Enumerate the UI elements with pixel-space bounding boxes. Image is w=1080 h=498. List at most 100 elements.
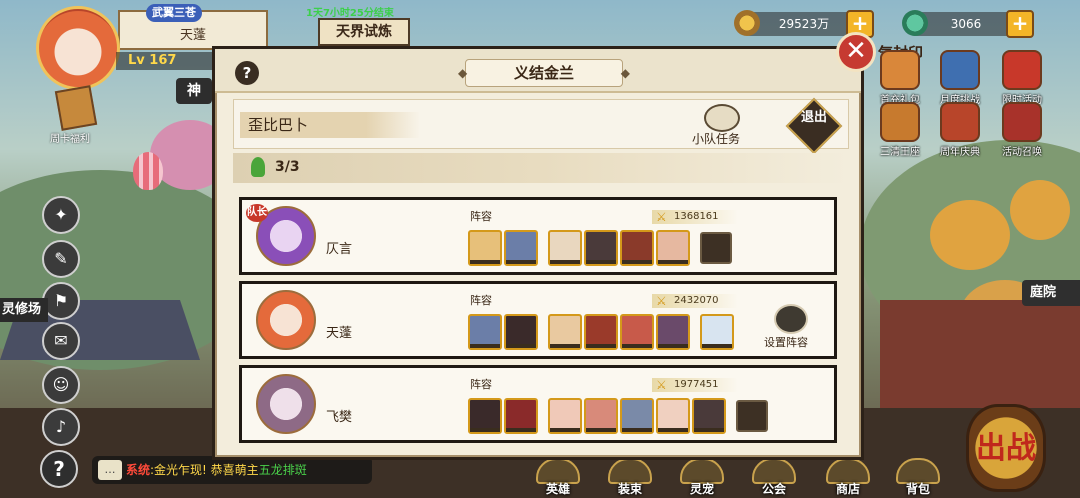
- swords-icon: ⚔: [656, 210, 667, 224]
- add-jade-button[interactable]: +: [1006, 10, 1034, 38]
- empty-hero-slot[interactable]: [736, 400, 768, 432]
- event-limited[interactable]: 限时活动: [992, 50, 1052, 106]
- member-card[interactable]: 队长 仄言 阵容 ⚔ 1368161: [239, 197, 837, 275]
- event-label: 周年庆典: [940, 147, 980, 158]
- hero-portrait[interactable]: [468, 230, 502, 266]
- trial-button[interactable]: 天界试炼: [318, 18, 410, 46]
- hero-portrait[interactable]: [584, 398, 618, 434]
- lineup-label: 阵容: [470, 294, 492, 307]
- set-lineup-icon[interactable]: [774, 304, 808, 334]
- lineup-heroes: [468, 314, 734, 350]
- coin-icon: [734, 10, 760, 36]
- close-icon[interactable]: ✕: [836, 32, 876, 72]
- nav-bag[interactable]: 背包: [888, 458, 948, 497]
- cultivation-tag[interactable]: 灵修场: [0, 298, 48, 322]
- building-roof: [880, 300, 1080, 420]
- empty-hero-slot[interactable]: [700, 232, 732, 264]
- hero-portrait[interactable]: [620, 398, 654, 434]
- hero-portrait[interactable]: [468, 314, 502, 350]
- lineup-heroes: [468, 230, 732, 266]
- event-summon[interactable]: 活动召唤: [992, 102, 1052, 158]
- member-avatar: [256, 374, 316, 434]
- player-name: 天蓬: [179, 28, 206, 43]
- hot-air-balloon: [133, 152, 163, 190]
- quit-label[interactable]: 退出: [797, 110, 831, 126]
- hero-portrait[interactable]: [584, 230, 618, 266]
- jade-icon: [902, 10, 928, 36]
- left-menu-button[interactable]: ✦: [42, 196, 80, 234]
- help-icon[interactable]: ?: [235, 61, 259, 85]
- nav-pets[interactable]: 灵宠: [672, 458, 732, 497]
- chat-icon[interactable]: …: [98, 460, 122, 480]
- team-task-icon[interactable]: [704, 104, 740, 132]
- event-monthly-challenge[interactable]: 月度挑战: [930, 50, 990, 106]
- member-count-row: 3/3: [233, 153, 849, 183]
- nav-label: 灵宠: [689, 482, 714, 496]
- nav-guild[interactable]: 公会: [744, 458, 804, 497]
- member-count: 3/3: [275, 159, 300, 175]
- hero-portrait[interactable]: [504, 398, 538, 434]
- power-number: 2432070: [674, 295, 719, 306]
- member-name: 仄言: [326, 242, 353, 257]
- system-highlight: 五龙排斑: [258, 463, 307, 477]
- player-avatar[interactable]: [36, 6, 120, 90]
- scroll-icon: [940, 50, 980, 90]
- hero-portrait[interactable]: [656, 314, 690, 350]
- summon-icon: [1002, 102, 1042, 142]
- event-label: 活动召唤: [1002, 147, 1042, 158]
- hero-portrait[interactable]: [656, 398, 690, 434]
- power-value: ⚔ 1977451: [652, 378, 738, 392]
- hero-portrait[interactable]: [548, 230, 582, 266]
- mail-icon[interactable]: ✉: [42, 322, 80, 360]
- quit-button[interactable]: [785, 97, 843, 155]
- member-card[interactable]: 天蓬 阵容 ⚔ 2432070 设置阵容: [239, 281, 837, 359]
- bell-icon[interactable]: ♪: [42, 408, 80, 446]
- nav-heroes[interactable]: 英雄: [528, 458, 588, 497]
- event-anniversary[interactable]: 周年庆典: [930, 102, 990, 158]
- member-avatar: [256, 290, 316, 350]
- hero-portrait[interactable]: [700, 314, 734, 350]
- team-name: 歪比巴卜: [248, 116, 309, 134]
- hero-portrait[interactable]: [620, 230, 654, 266]
- weekcard-icon[interactable]: [54, 85, 98, 131]
- god-tag[interactable]: 神: [176, 78, 212, 104]
- nav-outfit[interactable]: 装束: [600, 458, 660, 497]
- event-first-recharge[interactable]: 首充礼包: [870, 50, 930, 106]
- lineup-label: 阵容: [470, 210, 492, 223]
- hero-portrait[interactable]: [656, 230, 690, 266]
- team-info-bar: 歪比巴卜 小队任务 退出: [233, 97, 849, 155]
- system-message: :金光乍现! 恭喜萌主: [150, 463, 259, 477]
- courtyard-tag[interactable]: 庭院: [1022, 280, 1080, 306]
- hero-portrait[interactable]: [584, 314, 618, 350]
- member-icon: [251, 157, 265, 177]
- battle-button[interactable]: 出战: [966, 404, 1046, 492]
- hero-portrait[interactable]: [504, 230, 538, 266]
- hero-portrait[interactable]: [468, 398, 502, 434]
- help-button[interactable]: ?: [40, 450, 78, 488]
- friends-icon[interactable]: ☺: [42, 366, 80, 404]
- nav-label: 商店: [835, 482, 860, 496]
- hero-portrait[interactable]: [504, 314, 538, 350]
- event-sanqing-throne[interactable]: 三清王座: [870, 102, 930, 158]
- team-task-label[interactable]: 小队任务: [692, 130, 740, 147]
- nav-label: 英雄: [545, 482, 570, 496]
- member-card[interactable]: 飞樊 阵容 ⚔ 1977451: [239, 365, 837, 443]
- weekcard-label: 周卡福利: [50, 134, 90, 145]
- swords-icon: ⚔: [656, 294, 667, 308]
- nav-label: 背包: [905, 482, 930, 496]
- lineup-heroes: [468, 398, 768, 434]
- power-number: 1368161: [674, 211, 719, 222]
- dialog-title: 义结金兰: [458, 59, 630, 87]
- set-lineup-label[interactable]: 设置阵容: [764, 334, 808, 350]
- nav-shop[interactable]: 商店: [818, 458, 878, 497]
- hero-portrait[interactable]: [692, 398, 726, 434]
- event-label: 三清王座: [880, 147, 920, 158]
- hero-portrait[interactable]: [548, 314, 582, 350]
- nav-label: 装束: [617, 482, 642, 496]
- left-menu-button[interactable]: ✎: [42, 240, 80, 278]
- hero-portrait[interactable]: [620, 314, 654, 350]
- hero-portrait[interactable]: [548, 398, 582, 434]
- system-message-bar[interactable]: … 系统:金光乍现! 恭喜萌主五龙排斑: [92, 456, 372, 484]
- gift-icon: [880, 50, 920, 90]
- lantern-icon: [1002, 50, 1042, 90]
